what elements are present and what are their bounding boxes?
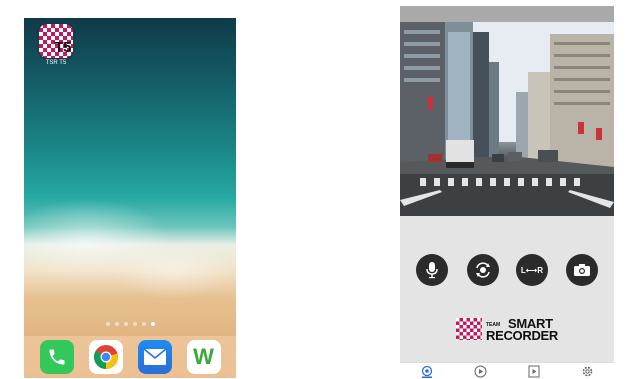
camera-icon [574, 264, 590, 276]
mail-app[interactable] [137, 340, 172, 374]
live-camera-icon [421, 365, 432, 378]
control-panel: L⟷R TEAM SMART RECORDER [400, 216, 614, 362]
recorder-app-screen: L⟷R TEAM SMART RECORDER [400, 6, 614, 379]
page-dot-active [150, 322, 155, 326]
status-bar [400, 6, 614, 22]
page-dot [114, 322, 119, 326]
t5-icon-text: T5 [54, 39, 71, 56]
tab-settings[interactable] [580, 365, 594, 379]
chrome-icon [93, 345, 118, 369]
tab-playback[interactable] [473, 365, 487, 379]
snapshot-button[interactable] [566, 254, 598, 286]
tsr-t5-app-icon[interactable]: T5 [39, 24, 73, 58]
chrome-app[interactable] [88, 340, 123, 374]
page-indicator[interactable] [24, 322, 236, 326]
mail-icon [142, 348, 167, 365]
lr-swap-icon: L⟷R [520, 265, 544, 275]
mic-button[interactable] [416, 254, 448, 286]
live-camera-view[interactable] [400, 22, 614, 216]
rotate-button[interactable] [467, 254, 499, 286]
brand-line2: RECORDER [486, 328, 558, 343]
dock: W [24, 336, 236, 378]
tab-bar [400, 362, 614, 379]
page-dot [141, 322, 146, 326]
street-scene-image [400, 22, 614, 216]
tab-videos[interactable] [527, 365, 541, 379]
checkered-flag-icon [456, 318, 482, 340]
w-app[interactable]: W [186, 340, 221, 374]
gear-icon [582, 366, 593, 377]
microphone-icon [426, 262, 438, 279]
home-screen: T5 TSR T5 W [24, 18, 236, 378]
page-dot [132, 322, 137, 326]
phone-icon [49, 349, 64, 365]
video-file-icon [528, 365, 540, 378]
page-dot [123, 322, 128, 326]
play-circle-icon [474, 365, 487, 378]
rotate-camera-icon [476, 262, 490, 278]
tab-live[interactable] [420, 365, 434, 379]
page-dot [105, 322, 110, 326]
w-icon: W [193, 344, 214, 369]
team-smart-recorder-logo: TEAM SMART RECORDER [456, 316, 566, 343]
lr-swap-button[interactable]: L⟷R [516, 254, 548, 286]
app-label: TSR T5 [45, 60, 67, 66]
phone-app[interactable] [39, 340, 74, 374]
